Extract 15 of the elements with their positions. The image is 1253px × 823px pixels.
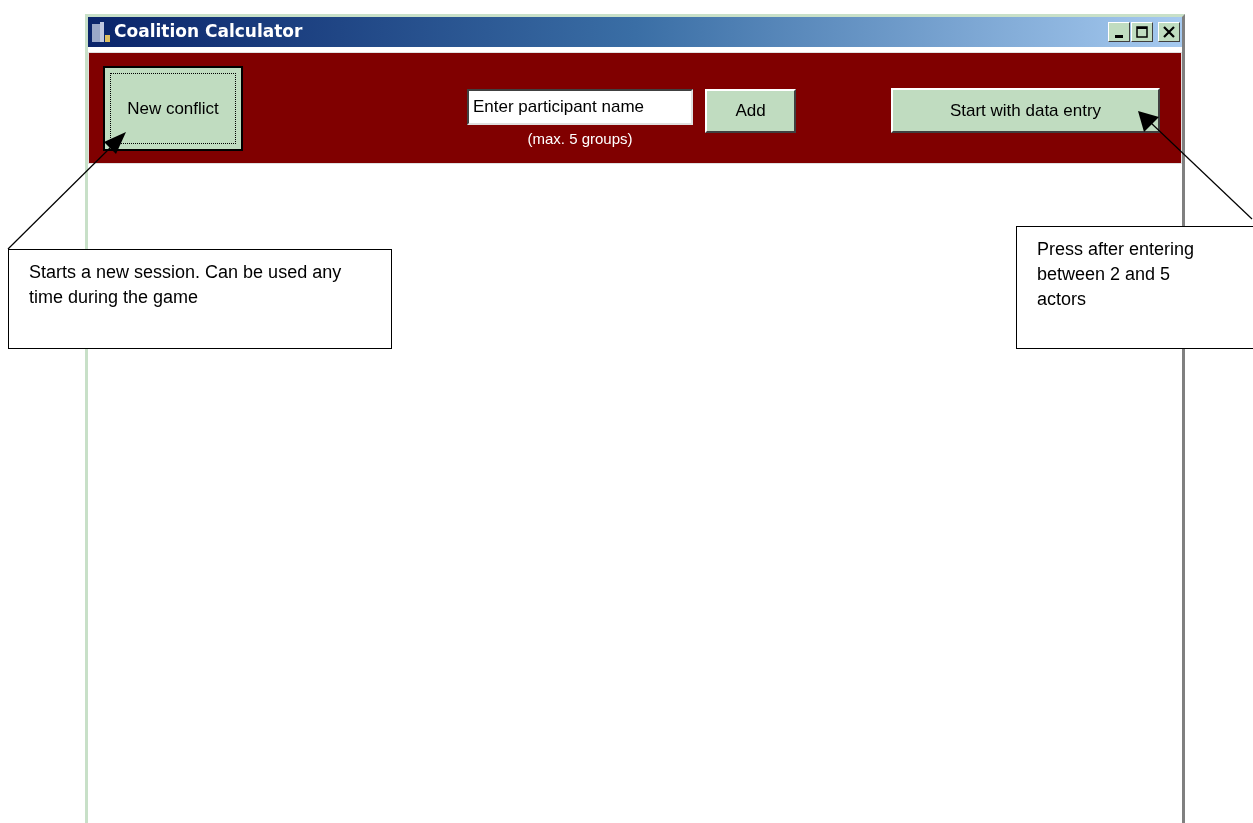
participant-name-field[interactable]: Enter participant name [467, 89, 693, 125]
callout-text: Press after entering between 2 and 5 actors [1037, 238, 1196, 311]
maximize-icon [1136, 26, 1148, 38]
close-button[interactable] [1158, 22, 1180, 42]
maximize-button[interactable] [1131, 22, 1153, 42]
close-icon [1163, 26, 1175, 38]
new-conflict-button[interactable]: New conflict [103, 66, 243, 151]
minimize-button[interactable] [1108, 22, 1130, 42]
hint-text: (max. 5 groups) [527, 129, 633, 149]
building-icon [90, 21, 112, 43]
callout-text: Starts a new session. Can be used any time during the game [29, 261, 343, 309]
start-data-entry-button[interactable]: Start with data entry [891, 88, 1160, 133]
minimize-icon [1115, 34, 1123, 38]
window-title: Coalition Calculator [114, 20, 303, 44]
add-button[interactable]: Add [705, 89, 796, 133]
